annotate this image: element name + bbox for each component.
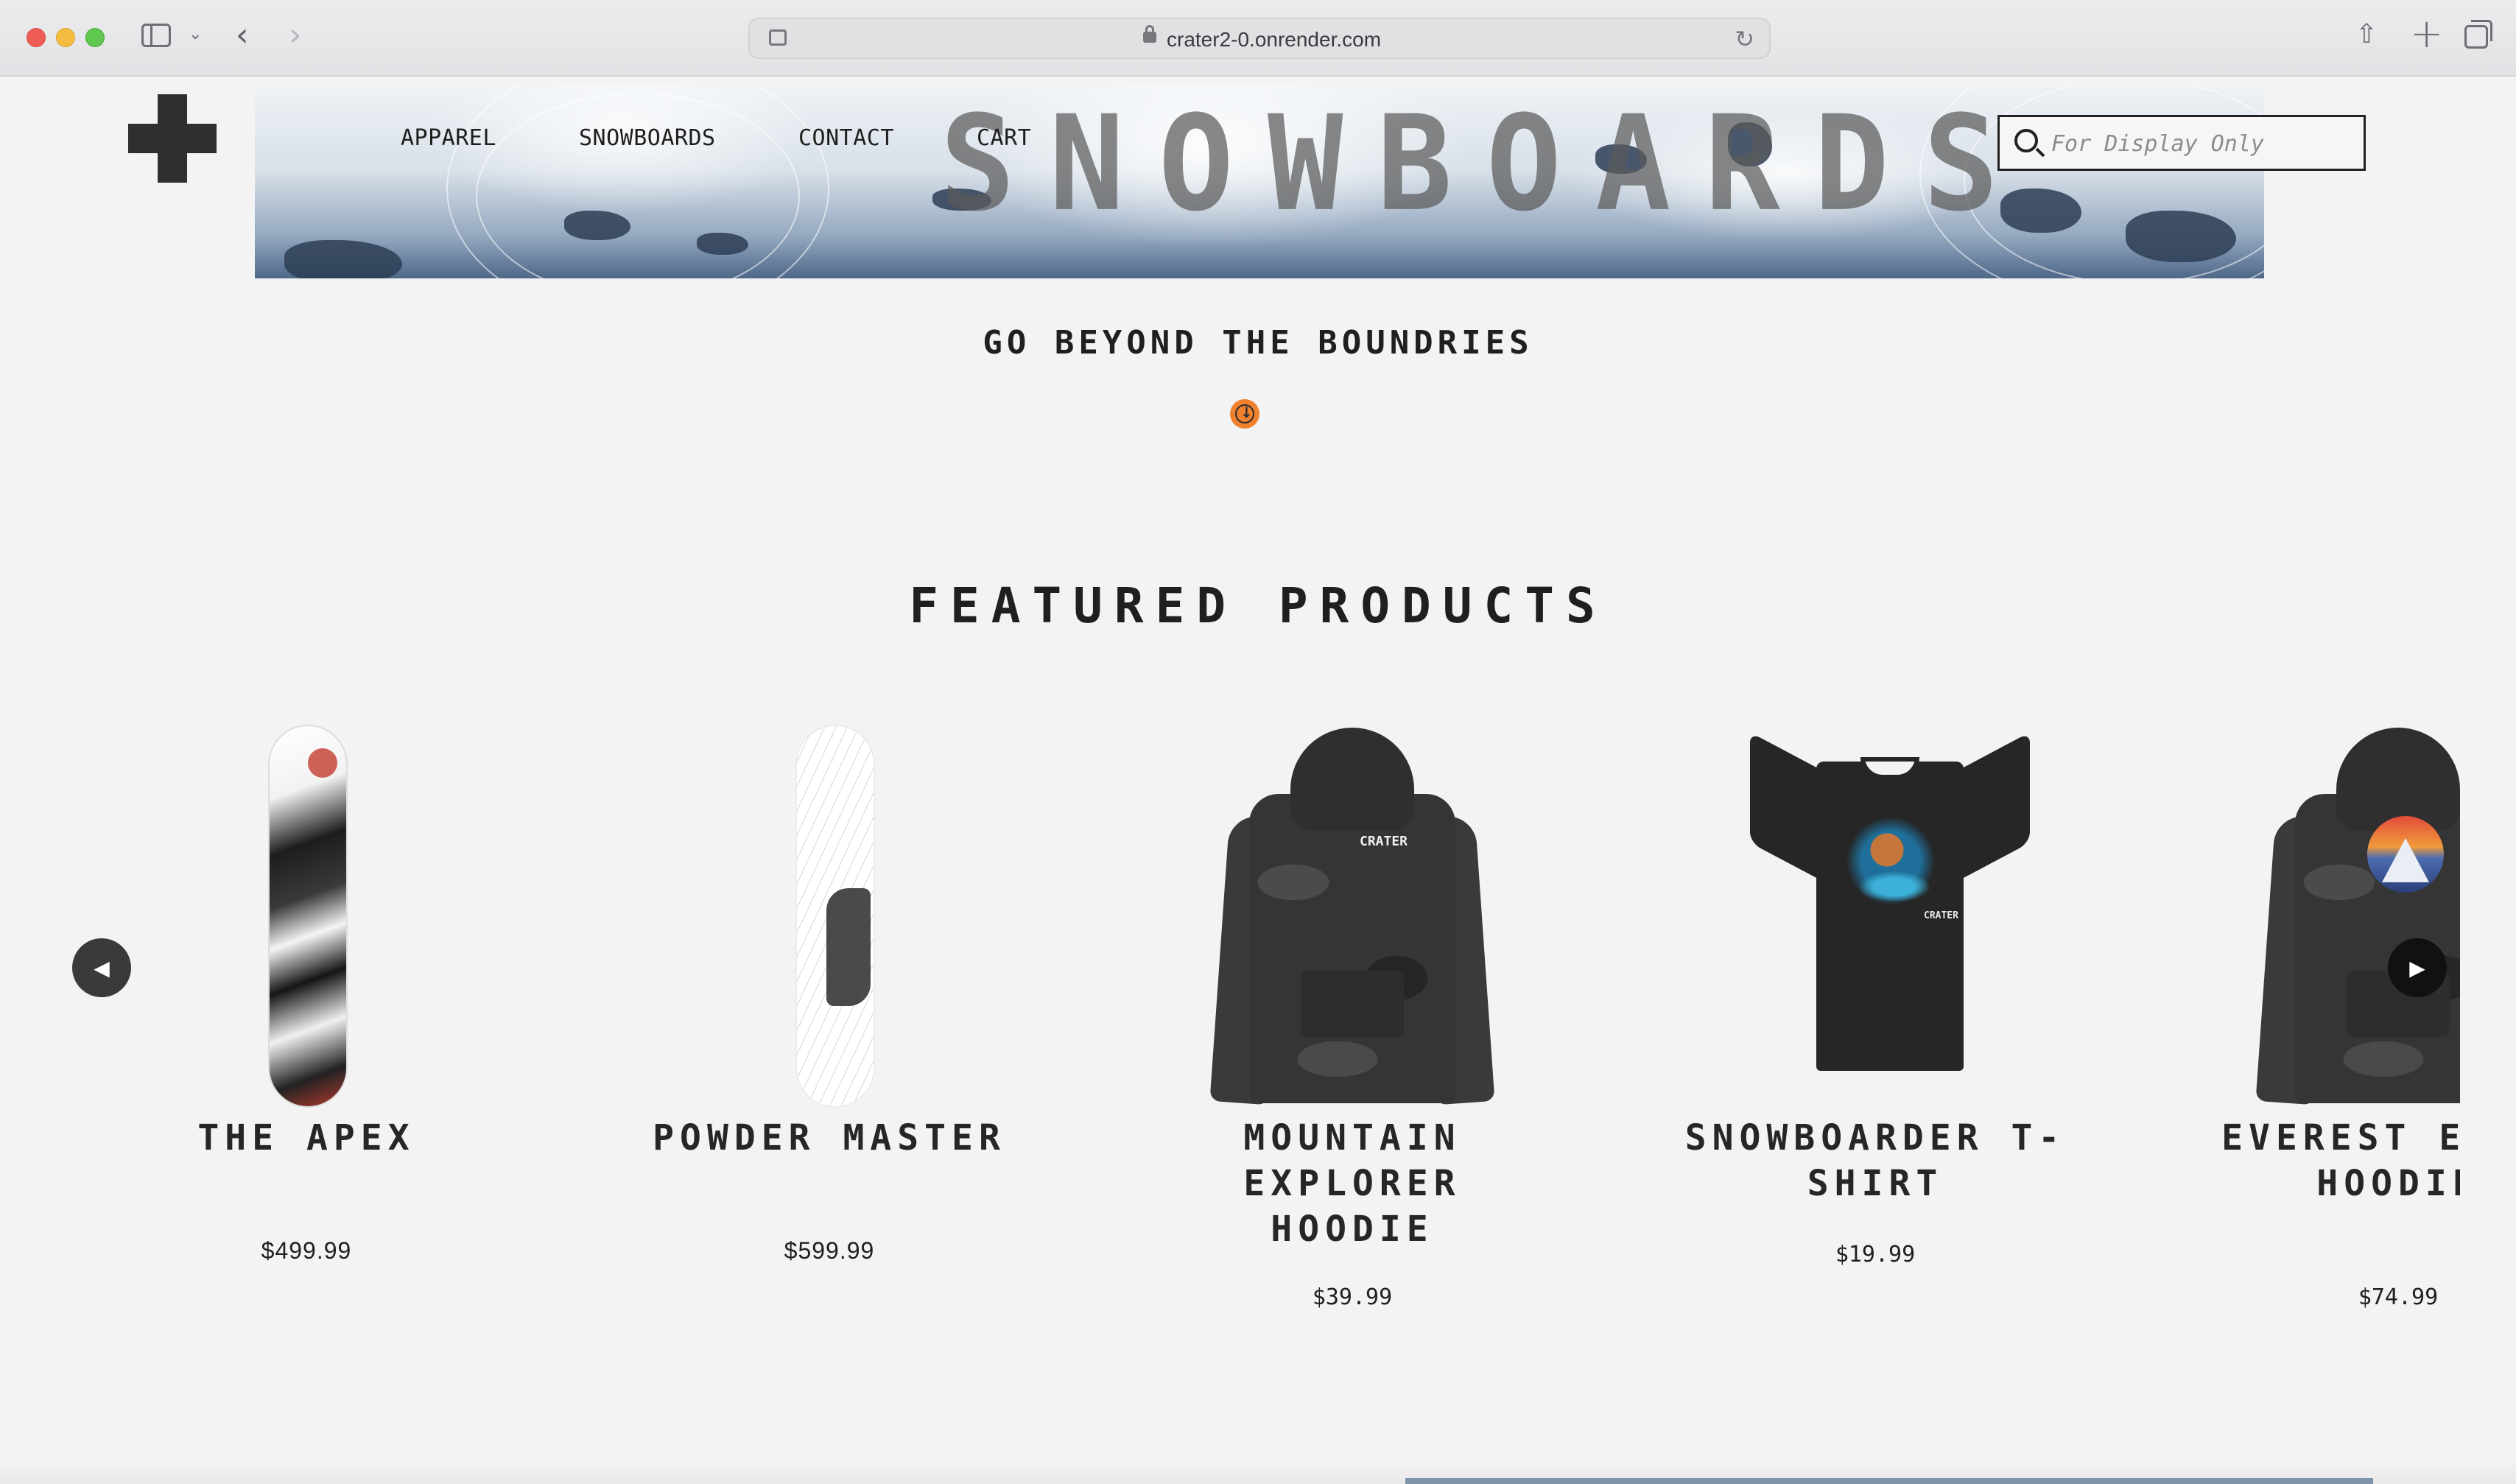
carousel-prev-icon[interactable]: ◀ <box>72 938 131 997</box>
search-box[interactable] <box>1997 115 2366 171</box>
product-image[interactable]: CRATER <box>1647 717 2104 1108</box>
product-name[interactable]: THE APEX <box>78 1115 535 1161</box>
product-price: $599.99 <box>784 1237 875 1264</box>
reload-icon[interactable]: ↻ <box>1735 25 1754 53</box>
hero-heading: SNOWBOARDS <box>940 88 2033 241</box>
product-card[interactable]: THE APEX $499.99 <box>78 717 535 1336</box>
share-icon[interactable]: ⇧ <box>2355 19 2378 49</box>
product-image[interactable] <box>78 717 535 1108</box>
nav-apparel[interactable]: APPAREL <box>401 125 496 151</box>
nav-snowboards[interactable]: SNOWBOARDS <box>579 125 716 151</box>
hero-rock <box>697 233 748 255</box>
cross-logo-icon[interactable] <box>128 94 217 183</box>
page: SNOWBOARDS APPAREL SNOWBOARDS CONTACT CA… <box>0 77 2516 1484</box>
page-icon <box>769 29 787 46</box>
chevron-down-icon[interactable]: ⌄ <box>189 25 202 43</box>
address-bar[interactable]: crater2-0.onrender.com ↻ <box>748 18 1771 59</box>
product-name[interactable]: POWDER MASTER <box>601 1115 1058 1161</box>
close-window-button[interactable] <box>27 28 46 47</box>
nav-contact[interactable]: CONTACT <box>798 125 894 151</box>
sidebar-toggle-icon[interactable] <box>141 24 171 47</box>
back-icon[interactable]: ‹ <box>236 16 249 54</box>
product-name[interactable]: SNOWBOARDER T-SHIRT <box>1647 1115 2104 1206</box>
minimize-window-button[interactable] <box>56 28 75 47</box>
product-name[interactable]: MOUNTAIN EXPLORER HOODIE <box>1124 1115 1581 1252</box>
arrow-down-circle-icon[interactable]: ↓ <box>1230 399 1259 429</box>
product-card[interactable]: CRATER MOUNTAIN EXPLORER HOODIE $39.99 <box>1124 717 1581 1336</box>
t-shirt-image: CRATER <box>1750 732 2030 1071</box>
product-image[interactable] <box>2170 717 2460 1108</box>
product-price: $499.99 <box>261 1237 352 1264</box>
snowboard-image <box>795 725 875 1108</box>
product-card[interactable]: CRATER SNOWBOARDER T-SHIRT $19.99 <box>1647 717 2104 1336</box>
hoodie-image <box>2255 728 2460 1105</box>
product-price: $19.99 <box>1835 1242 1916 1267</box>
tagline: GO BEYOND THE BOUNDRIES <box>983 324 1533 362</box>
tab-overview-icon[interactable] <box>2464 20 2492 49</box>
product-card[interactable]: POWDER MASTER $599.99 <box>601 717 1058 1336</box>
url-text[interactable]: crater2-0.onrender.com <box>1167 28 1381 52</box>
hero-rock <box>564 211 630 240</box>
lock-icon <box>1143 25 1156 43</box>
next-section-edge <box>1405 1478 2373 1484</box>
product-image[interactable] <box>601 717 1058 1108</box>
product-card[interactable]: EVEREST EXPED HOODIE $74.99 <box>2170 717 2460 1336</box>
featured-products-carousel: THE APEX $499.99 POWDER MASTER $599.99 C… <box>0 717 2460 1380</box>
zoom-window-button[interactable] <box>85 28 105 47</box>
hero-rock <box>284 240 402 278</box>
featured-products-title: FEATURED PRODUCTS <box>909 577 1607 634</box>
product-price: $74.99 <box>2358 1284 2439 1310</box>
carousel-next-icon[interactable]: ▶ <box>2388 938 2447 997</box>
hero-banner: SNOWBOARDS <box>255 85 2264 278</box>
search-icon <box>2014 129 2038 152</box>
hoodie-image: CRATER <box>1209 728 1495 1105</box>
product-name[interactable]: EVEREST EXPED HOODIE <box>2170 1115 2460 1206</box>
nav-cart[interactable]: CART <box>977 125 1031 151</box>
product-image[interactable]: CRATER <box>1124 717 1581 1108</box>
search-input[interactable] <box>2051 127 2353 160</box>
product-price: $39.99 <box>1312 1284 1393 1310</box>
snowboard-image <box>268 725 348 1108</box>
forward-icon[interactable]: › <box>289 16 302 54</box>
new-tab-icon[interactable]: + <box>2410 10 2443 57</box>
browser-toolbar: ⌄ ‹ › crater2-0.onrender.com ↻ ⇧ + <box>0 0 2516 77</box>
